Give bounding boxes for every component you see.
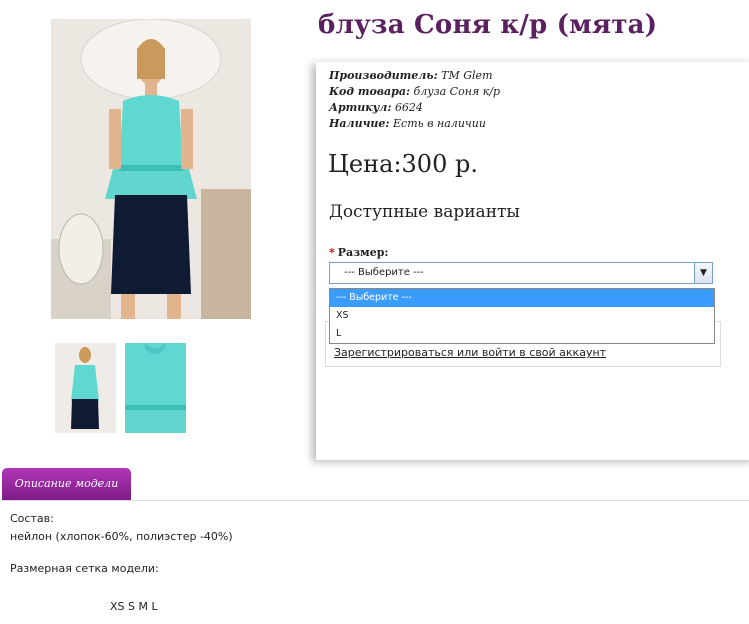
meta-availability: Наличие: Есть в наличии <box>329 117 486 130</box>
size-option-xs[interactable]: XS <box>330 307 714 325</box>
size-select-value: --- Выберите --- <box>344 267 424 278</box>
size-chart-sizes: XS S M L <box>110 600 158 613</box>
meta-product-code: Код товара: блуза Соня к/р <box>329 85 501 98</box>
composition-label: Состав: <box>10 512 54 525</box>
variants-heading: Доступные варианты <box>329 202 520 222</box>
size-chart-label: Размерная сетка модели: <box>10 562 159 575</box>
tab-description[interactable]: Описание модели <box>2 468 131 500</box>
product-title: блуза Соня к/р (мята) <box>318 10 658 40</box>
tab-divider <box>0 500 749 501</box>
size-option-placeholder[interactable]: --- Выберите --- <box>330 289 714 307</box>
product-main-image[interactable] <box>51 19 251 319</box>
size-dropdown-list: --- Выберите --- XS L <box>329 288 715 344</box>
product-thumbnail-back[interactable] <box>55 343 116 433</box>
meta-manufacturer: Производитель: TM Glem <box>329 69 493 82</box>
chevron-down-icon[interactable]: ▼ <box>694 263 712 283</box>
product-meta: Производитель: TM Glem Код товара: блуза… <box>329 68 500 132</box>
size-select[interactable]: --- Выберите --- ▼ <box>329 262 713 284</box>
product-price: Цена:300 р. <box>328 150 478 178</box>
size-label: * Размер: <box>329 246 389 259</box>
register-login-link[interactable]: Зарегистрироваться или войти в свой акка… <box>334 346 606 359</box>
meta-sku: Артикул: 6624 <box>329 101 423 114</box>
size-option-l[interactable]: L <box>330 325 714 343</box>
composition-value: нейлон (хлопок-60%, полиэстер -40%) <box>10 530 233 543</box>
product-info-panel: Производитель: TM Glem Код товара: блуза… <box>316 62 749 460</box>
product-thumbnail-detail[interactable] <box>125 343 186 433</box>
required-mark: * <box>329 246 335 259</box>
